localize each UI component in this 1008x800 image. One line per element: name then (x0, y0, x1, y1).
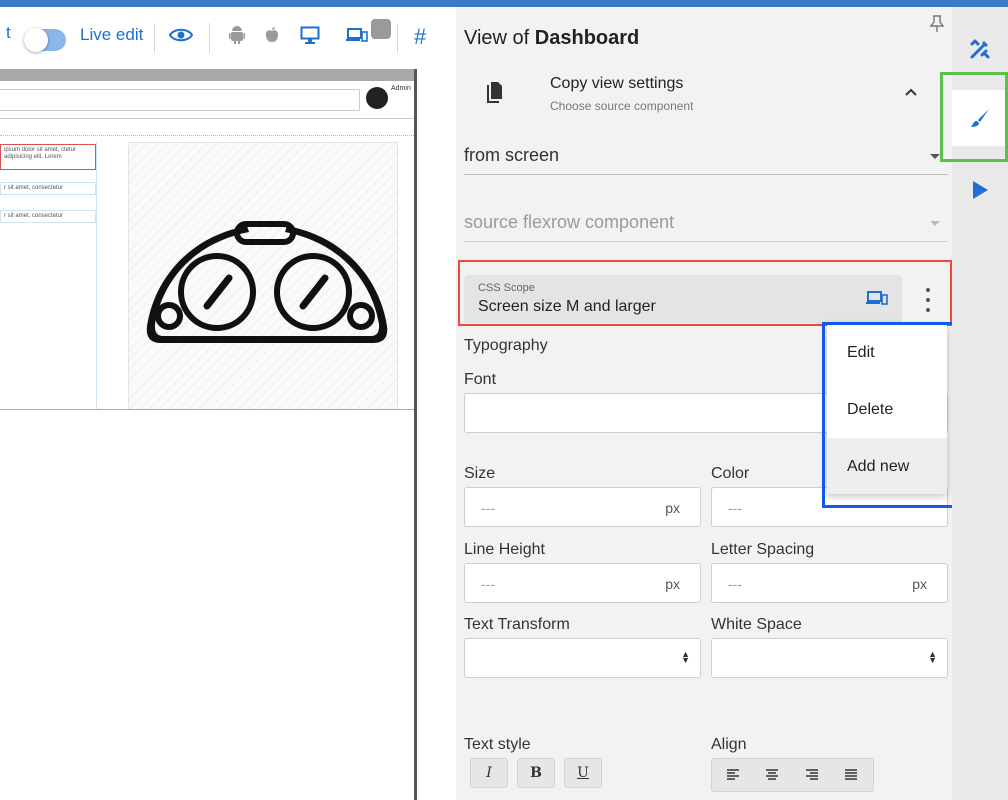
desktop-icon[interactable] (296, 21, 324, 49)
bold-button[interactable]: B (517, 758, 555, 788)
font-label: Font (464, 371, 497, 388)
brush-tab-highlight (940, 72, 1008, 162)
device-count-badge (371, 19, 391, 39)
apple-icon[interactable] (258, 21, 286, 49)
copy-settings-title: Copy view settings (550, 75, 684, 92)
letter-spacing-value: --- (728, 576, 742, 592)
copy-source-value: from screen (464, 145, 560, 165)
dashboard-gauge-icon (146, 221, 388, 343)
preview-header: Admin (0, 81, 414, 119)
context-menu-highlight (822, 322, 958, 508)
toolbar-divider (154, 23, 155, 53)
page-title: View of Dashboard (464, 27, 639, 50)
select-updown-icon: ▲ ▼ (928, 649, 937, 665)
select-updown-icon: ▲ ▼ (681, 649, 690, 665)
text-transform-label: Text Transform (464, 616, 570, 633)
toolbar-divider (397, 23, 398, 53)
play-icon[interactable] (952, 162, 1008, 218)
italic-button[interactable]: I (470, 758, 508, 788)
title-component: Dashboard (534, 27, 640, 49)
design-tools-icon[interactable] (952, 21, 1008, 77)
eye-icon[interactable] (167, 21, 195, 49)
text-style-label: Text style (464, 736, 531, 753)
live-edit-toggle[interactable] (24, 28, 66, 52)
copy-source-select[interactable]: from screen (464, 135, 948, 175)
preview-search-field[interactable] (0, 89, 360, 111)
source-component-select[interactable]: source flexrow component (464, 202, 948, 242)
divider (0, 135, 414, 136)
editor-toolbar: t Live edit # (0, 7, 456, 63)
dropdown-arrow-icon (930, 221, 940, 226)
avatar[interactable] (366, 87, 388, 109)
align-left-icon[interactable] (726, 768, 740, 782)
hash-button[interactable]: # (414, 24, 426, 50)
align-right-icon[interactable] (805, 768, 819, 782)
underline-button[interactable]: U (564, 758, 602, 788)
preview-image-container[interactable] (128, 142, 398, 410)
align-center-icon[interactable] (765, 768, 779, 782)
typography-label: Typography (464, 337, 548, 354)
size-value: --- (481, 500, 495, 516)
text-transform-select[interactable]: ▲ ▼ (464, 638, 701, 678)
top-accent-bar (0, 0, 1008, 7)
letter-spacing-label: Letter Spacing (711, 541, 815, 558)
live-edit-label[interactable]: Live edit (80, 25, 143, 45)
size-label: Size (464, 465, 496, 482)
admin-label: Admin (391, 85, 411, 92)
line-height-label: Line Height (464, 541, 545, 558)
title-prefix: View of (464, 27, 530, 49)
color-label: Color (711, 465, 750, 482)
align-label: Align (711, 736, 747, 753)
text-snippet[interactable]: r sit amet, consectetur (0, 210, 96, 223)
toolbar-divider (209, 23, 210, 53)
responsive-devices-icon[interactable] (343, 21, 371, 49)
white-space-select[interactable]: ▲ ▼ (711, 638, 948, 678)
line-height-unit: px (665, 576, 680, 592)
letter-spacing-unit: px (912, 576, 927, 592)
align-justify-icon[interactable] (844, 768, 858, 782)
text-snippet[interactable]: r sit amet, consectetur (0, 182, 96, 195)
line-height-input[interactable]: --- px (464, 563, 701, 603)
color-value: --- (728, 500, 742, 516)
source-component-placeholder: source flexrow component (464, 212, 675, 232)
preview-text-column[interactable]: ipsum dolor sit amet, ctetur adipisicing… (0, 142, 97, 410)
chevron-up-icon[interactable] (904, 85, 918, 99)
css-scope-highlight (458, 260, 952, 326)
toolbar-partial-label: t (6, 23, 11, 42)
canvas-preview[interactable]: Admin ipsum dolor sit amet, ctetur adipi… (0, 69, 417, 800)
white-space-label: White Space (711, 616, 802, 633)
toggle-knob (24, 28, 48, 52)
copy-settings-subtitle: Choose source component (550, 99, 694, 113)
preview-bottom-line (0, 409, 414, 410)
letter-spacing-input[interactable]: --- px (711, 563, 948, 603)
line-height-value: --- (481, 576, 495, 592)
pin-icon[interactable] (930, 15, 944, 33)
dropdown-arrow-icon (930, 154, 940, 159)
text-snippet[interactable]: ipsum dolor sit amet, ctetur adipisicing… (0, 144, 96, 170)
size-input[interactable]: --- px (464, 487, 701, 527)
align-button-group (711, 758, 874, 792)
preview-window-bar (0, 69, 414, 81)
size-unit: px (665, 500, 680, 516)
android-icon[interactable] (223, 21, 251, 49)
copy-file-icon (487, 82, 502, 103)
